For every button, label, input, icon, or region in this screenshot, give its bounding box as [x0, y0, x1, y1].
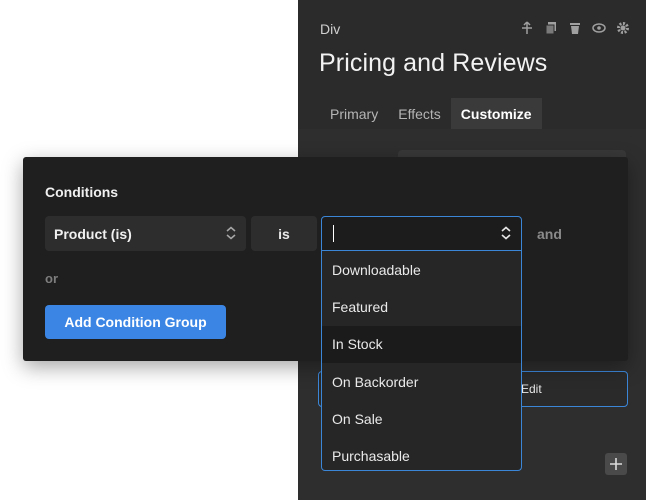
visibility-icon[interactable]	[592, 20, 606, 36]
move-icon[interactable]	[520, 20, 534, 36]
condition-value-dropdown: Downloadable Featured In Stock On Backor…	[321, 251, 522, 471]
condition-field-value: Product (is)	[54, 225, 132, 242]
dropdown-option[interactable]: Purchasable	[322, 437, 521, 470]
element-title: Pricing and Reviews	[319, 49, 548, 77]
condition-operator[interactable]: is	[251, 216, 317, 251]
and-label[interactable]: and	[537, 226, 562, 242]
settings-icon[interactable]	[616, 20, 630, 36]
dropdown-option[interactable]: On Backorder	[322, 363, 521, 400]
dropdown-option[interactable]: In Stock	[322, 325, 521, 363]
panel-tabs: Primary Effects Customize	[320, 98, 542, 129]
duplicate-icon[interactable]	[544, 20, 558, 36]
element-type-label: Div	[320, 21, 341, 37]
or-label: or	[45, 271, 58, 286]
tab-effects[interactable]: Effects	[388, 98, 451, 129]
dropdown-option[interactable]: Featured	[322, 288, 521, 325]
delete-icon[interactable]	[568, 20, 582, 36]
modal-title: Conditions	[45, 184, 119, 200]
add-element-button[interactable]	[605, 453, 627, 475]
dropdown-option[interactable]: Downloadable	[322, 251, 521, 288]
panel-toolbar	[520, 20, 630, 36]
condition-value-input[interactable]	[321, 216, 522, 251]
tab-customize[interactable]: Customize	[450, 98, 542, 129]
chevron-updown-icon	[501, 226, 511, 240]
add-condition-group-button[interactable]: Add Condition Group	[45, 305, 226, 339]
text-cursor	[333, 225, 334, 242]
dropdown-option[interactable]: On Sale	[322, 400, 521, 437]
tab-primary[interactable]: Primary	[320, 98, 388, 129]
plus-icon	[610, 458, 622, 470]
condition-field-select[interactable]: Product (is)	[45, 216, 246, 251]
chevron-updown-icon	[226, 226, 236, 240]
